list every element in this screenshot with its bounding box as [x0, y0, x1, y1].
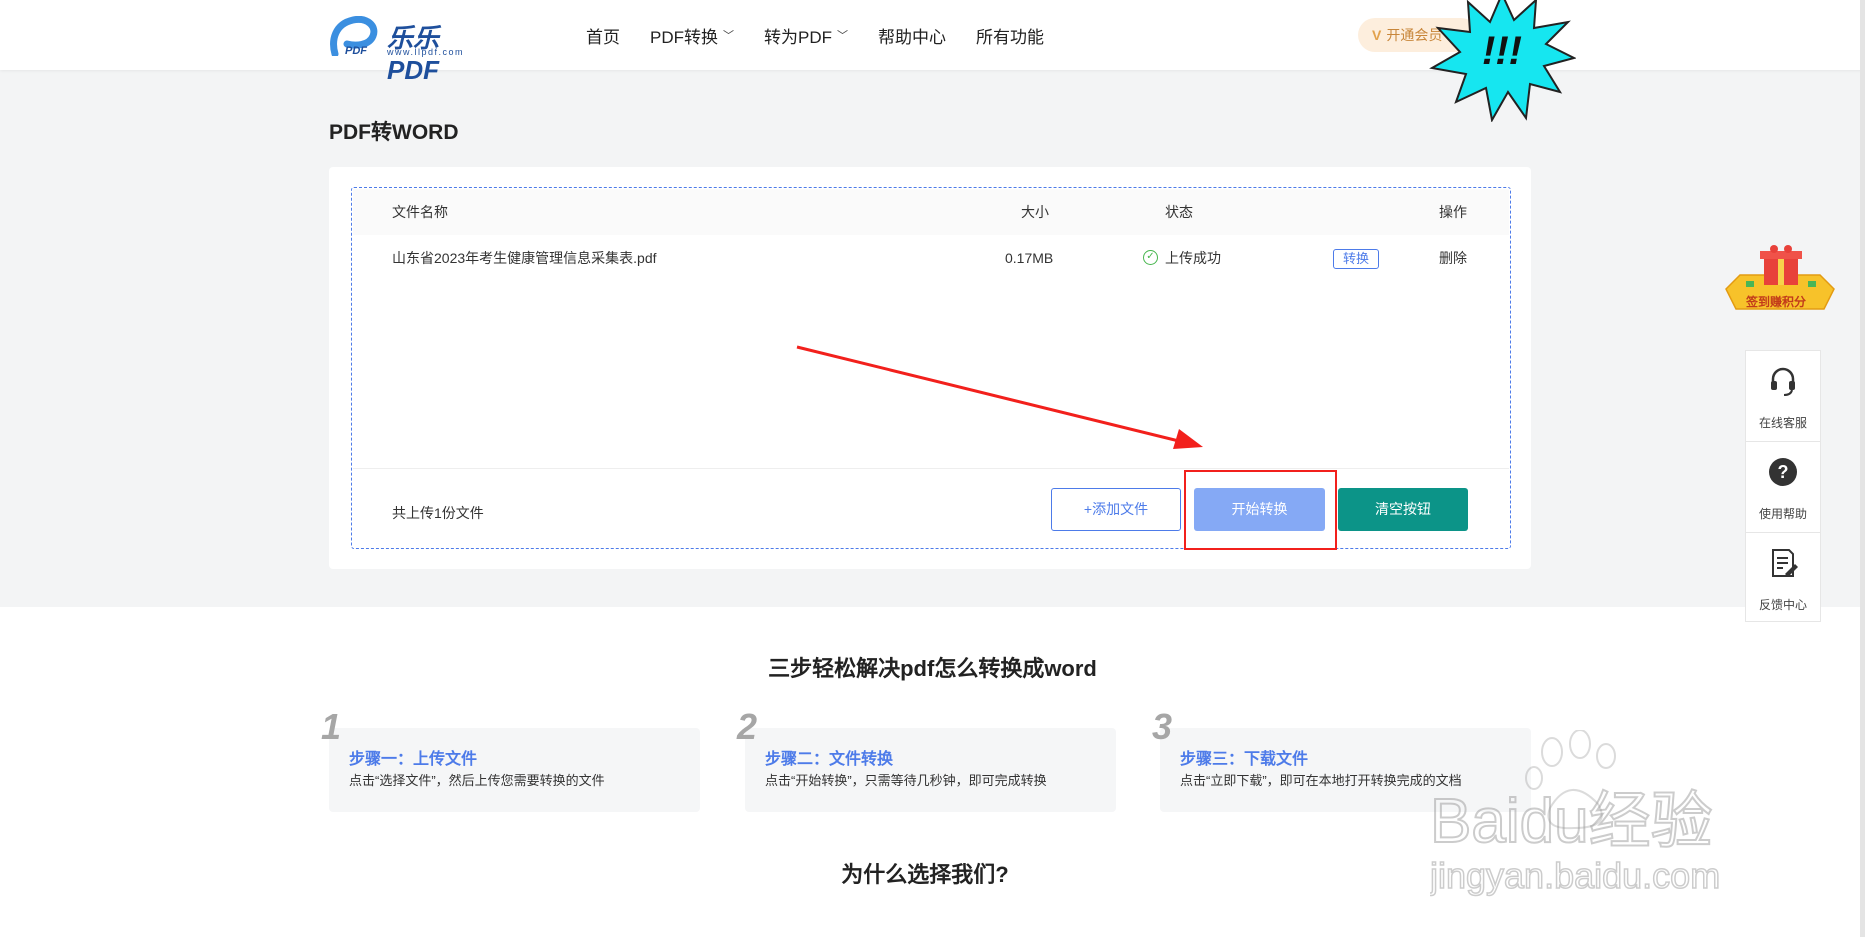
chevron-down-icon: ﹀: [837, 30, 848, 42]
exclamation-burst-icon: !!!: [1429, 0, 1576, 122]
table-row: 山东省2023年考生健康管理信息采集表.pdf 0.17MB ✓ 上传成功 转换…: [353, 235, 1509, 281]
table-header: 文件名称 大小 状态 操作: [353, 189, 1509, 235]
steps-title: 三步轻松解决pdf怎么转换成word: [768, 656, 1097, 681]
nav-label: 帮助中心: [878, 27, 946, 47]
file-size: 0.17MB: [1005, 250, 1054, 266]
feedback-icon: [1772, 549, 1798, 577]
step-desc: 点击“开始转换”，只需等待几秒钟，即可完成转换: [765, 773, 1047, 788]
side-item-help[interactable]: ? 使用帮助: [1746, 441, 1820, 531]
clear-button[interactable]: 清空按钮: [1338, 488, 1468, 531]
page-title: PDF转WORD: [329, 121, 459, 144]
header-name: 文件名称: [392, 204, 448, 220]
nav-to-pdf[interactable]: 转为PDF ﹀: [764, 23, 848, 48]
nav-home[interactable]: 首页: [586, 23, 620, 48]
convert-link[interactable]: 转换: [1333, 249, 1379, 269]
file-count: 共上传1份文件: [392, 505, 484, 521]
svg-text:?: ?: [1778, 462, 1789, 482]
check-circle-icon: ✓: [1143, 250, 1158, 265]
file-name: 山东省2023年考生健康管理信息采集表.pdf: [392, 250, 657, 266]
step-title: 步骤二：文件转换: [765, 751, 894, 768]
gift-label: 签到赚积分: [1746, 295, 1807, 309]
side-label: 反馈中心: [1758, 598, 1807, 612]
main-nav: 首页 PDF转换 ﹀ 转为PDF ﹀ 帮助中心 所有功能: [586, 0, 1074, 70]
side-item-customer-service[interactable]: 在线客服: [1746, 351, 1820, 441]
headset-icon: [1771, 367, 1795, 396]
nav-help-center[interactable]: 帮助中心: [878, 23, 946, 48]
logo-mark-icon: PDF: [330, 16, 378, 56]
step-number: 2: [737, 706, 758, 747]
chevron-down-icon: ﹀: [723, 30, 734, 42]
annotation-arrow: [796, 345, 1203, 449]
logo-url: www.llpdf.com: [387, 47, 465, 57]
header-status: 状态: [1165, 204, 1193, 220]
scrollbar[interactable]: [1860, 0, 1865, 937]
annotation-highlight-box: [1184, 470, 1337, 550]
file-status: 上传成功: [1165, 250, 1221, 266]
step-number: 3: [1152, 706, 1173, 747]
nav-label: 转为PDF: [764, 27, 832, 47]
checkin-gift-badge[interactable]: 签到赚积分: [1720, 245, 1840, 315]
step-card: 2 步骤二：文件转换 点击“开始转换”，只需等待几秒钟，即可完成转换: [737, 706, 1116, 812]
step-desc: 点击“选择文件”，然后上传您需要转换的文件: [349, 773, 605, 788]
top-header: PDF 乐乐PDF www.llpdf.com 首页 PDF转换 ﹀ 转为PDF ﹀…: [0, 0, 1865, 85]
nav-label: PDF转换: [650, 27, 718, 47]
side-label: 在线客服: [1758, 416, 1807, 430]
logo[interactable]: PDF 乐乐PDF www.llpdf.com: [329, 14, 489, 85]
nav-label: 所有功能: [976, 27, 1044, 47]
watermark-brand: Baidu经验: [1430, 787, 1713, 856]
nav-label: 首页: [586, 27, 620, 47]
delete-link[interactable]: 删除: [1439, 235, 1467, 281]
watermark-url: jingyan.baidu.com: [1430, 855, 1720, 896]
side-item-feedback[interactable]: 反馈中心: [1746, 532, 1820, 622]
step-card: 1 步骤一：上传文件 点击“选择文件”，然后上传您需要转换的文件: [321, 706, 700, 812]
step-number: 1: [321, 706, 342, 747]
vip-icon: V: [1372, 27, 1382, 43]
nav-all-features[interactable]: 所有功能: [976, 23, 1044, 48]
add-file-button[interactable]: +添加文件: [1051, 488, 1181, 531]
question-icon: ?: [1769, 458, 1797, 486]
step-title: 步骤一：上传文件: [349, 751, 478, 768]
baidu-jingyan-watermark: Baidu经验 jingyan.baidu.com: [1430, 730, 1721, 897]
step-title: 步骤三：下载文件: [1180, 751, 1309, 768]
svg-text:PDF: PDF: [345, 45, 367, 56]
side-toolbar: 在线客服 ? 使用帮助 反馈中心: [1745, 350, 1821, 622]
nav-pdf-convert[interactable]: PDF转换 ﹀: [650, 23, 734, 48]
burst-text: !!!: [1482, 29, 1522, 73]
header-operation: 操作: [1439, 204, 1467, 220]
step-desc: 点击“立即下载”，即可在本地打开转换完成的文档: [1180, 773, 1462, 788]
side-label: 使用帮助: [1758, 507, 1807, 521]
header-size: 大小: [1021, 204, 1049, 220]
